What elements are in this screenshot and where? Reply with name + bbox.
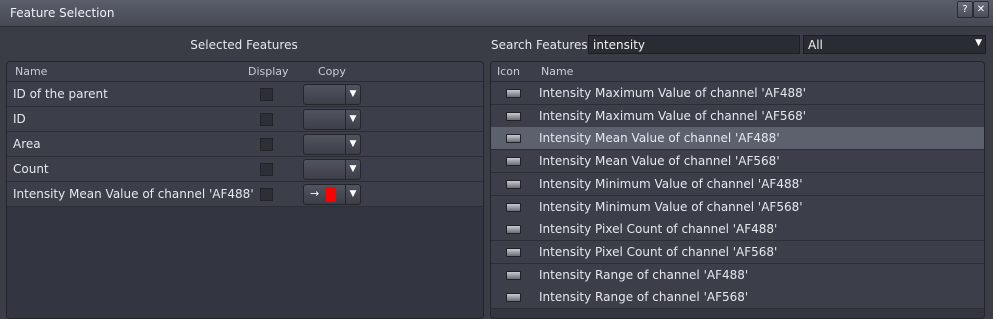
display-checkbox[interactable]	[260, 138, 273, 151]
copy-dropdown[interactable]: ▼	[303, 159, 361, 180]
chevron-down-icon: ▼	[345, 135, 360, 154]
selected-feature-row[interactable]: ID of the parent ▼	[7, 82, 483, 107]
result-name: Intensity Minimum Value of channel 'AF48…	[539, 176, 803, 191]
search-result-row[interactable]: Intensity Minimum Value of channel 'AF48…	[491, 172, 984, 196]
result-name: Intensity Minimum Value of channel 'AF56…	[539, 199, 803, 214]
copy-dropdown[interactable]: ▼	[303, 84, 361, 105]
selected-features-column-header: Name Display Copy	[7, 62, 483, 82]
search-result-row[interactable]: Intensity Maximum Value of channel 'AF48…	[491, 82, 984, 105]
result-name: Intensity Range of channel 'AF568'	[539, 290, 749, 305]
chevron-down-icon: ▼	[975, 38, 982, 48]
feature-icon	[506, 89, 521, 98]
feature-icon	[506, 134, 521, 144]
feature-name: ID	[13, 112, 26, 126]
filter-select-value: All	[808, 38, 823, 52]
copy-color-swatch	[326, 187, 336, 202]
result-name: Intensity Mean Value of channel 'AF488'	[539, 131, 780, 146]
help-button[interactable]: ?	[957, 1, 973, 18]
feature-icon	[506, 111, 521, 121]
search-result-row[interactable]: Intensity Range of channel 'AF488'	[491, 263, 984, 287]
title-bar: Feature Selection ? ✕	[0, 0, 993, 27]
filter-select[interactable]: All ▼	[803, 35, 986, 54]
chevron-down-icon: ▼	[345, 160, 360, 179]
selected-feature-row[interactable]: Count ▼	[7, 157, 483, 182]
feature-icon	[506, 157, 521, 167]
display-checkbox[interactable]	[260, 113, 273, 126]
copy-arrow-icon: →	[310, 187, 320, 200]
search-result-row[interactable]: Intensity Pixel Count of channel 'AF568'	[491, 240, 984, 264]
search-results-column-header: Icon Name	[491, 62, 984, 82]
selected-features-header: Selected Features	[190, 38, 298, 52]
copy-dropdown[interactable]: ▼	[303, 134, 361, 155]
feature-icon	[506, 225, 521, 235]
selected-feature-row[interactable]: Intensity Mean Value of channel 'AF488' →…	[7, 182, 483, 207]
column-display[interactable]: Display	[248, 65, 289, 78]
close-button[interactable]: ✕	[973, 1, 989, 18]
search-result-row[interactable]: Intensity Maximum Value of channel 'AF56…	[491, 104, 984, 128]
copy-dropdown[interactable]: → ▼	[303, 184, 361, 205]
search-label: Search Features	[491, 38, 588, 52]
feature-icon	[506, 179, 521, 189]
result-name: Intensity Maximum Value of channel 'AF56…	[539, 108, 807, 123]
result-name: Intensity Pixel Count of channel 'AF568'	[539, 244, 778, 259]
column-name[interactable]: Name	[541, 65, 573, 78]
copy-dropdown[interactable]: ▼	[303, 109, 361, 130]
search-result-row[interactable]: Intensity Minimum Value of channel 'AF56…	[491, 195, 984, 219]
feature-icon	[506, 293, 521, 303]
result-name: Intensity Pixel Count of channel 'AF488'	[539, 222, 778, 237]
display-checkbox[interactable]	[260, 88, 273, 101]
selected-features-panel: Name Display Copy ID of the parent ▼ ID ▼ Ar…	[6, 61, 484, 319]
search-result-row[interactable]: Intensity Mean Value of channel 'AF568'	[491, 150, 984, 174]
chevron-down-icon: ▼	[345, 185, 360, 204]
search-result-row[interactable]: Intensity Mean Value of channel 'AF488'	[491, 127, 984, 151]
search-result-row[interactable]: Intensity Range of channel 'AF568'	[491, 286, 984, 310]
column-name[interactable]: Name	[15, 65, 47, 78]
column-copy[interactable]: Copy	[318, 65, 346, 78]
feature-icon	[506, 202, 521, 212]
chevron-down-icon: ▼	[345, 110, 360, 129]
display-checkbox[interactable]	[260, 188, 273, 201]
feature-name: Intensity Mean Value of channel 'AF488'	[13, 187, 254, 201]
search-results-panel: Icon Name Intensity Maximum Value of cha…	[490, 61, 985, 319]
column-icon[interactable]: Icon	[497, 65, 520, 78]
feature-name: Count	[13, 162, 49, 176]
search-input[interactable]	[588, 35, 800, 54]
search-result-row[interactable]: Intensity Pixel Count of channel 'AF488'	[491, 218, 984, 242]
result-name: Intensity Maximum Value of channel 'AF48…	[539, 86, 807, 100]
chevron-down-icon: ▼	[345, 85, 360, 104]
selected-feature-row[interactable]: Area ▼	[7, 132, 483, 157]
feature-name: ID of the parent	[13, 87, 108, 101]
result-name: Intensity Mean Value of channel 'AF568'	[539, 154, 780, 169]
window-title: Feature Selection	[10, 6, 115, 20]
feature-icon	[506, 270, 521, 280]
feature-name: Area	[13, 137, 41, 151]
result-name: Intensity Range of channel 'AF488'	[539, 267, 749, 282]
feature-icon	[506, 247, 521, 257]
display-checkbox[interactable]	[260, 163, 273, 176]
selected-feature-row[interactable]: ID ▼	[7, 107, 483, 132]
